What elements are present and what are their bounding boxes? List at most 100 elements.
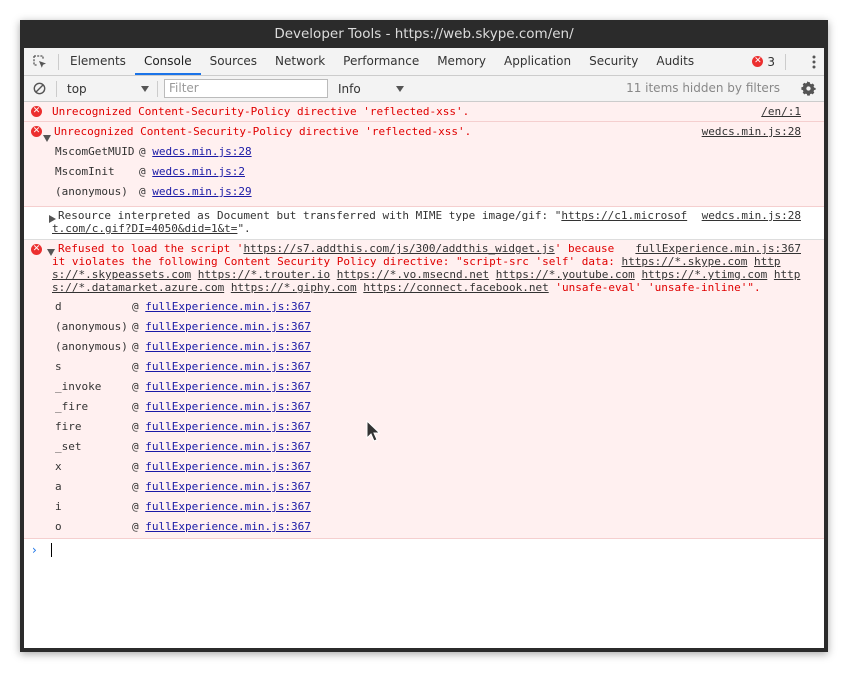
stack-location-link[interactable]: fullExperience.min.js:367 <box>145 480 311 493</box>
dropdown-arrow-icon <box>141 85 149 92</box>
message-text: it violates the following Content Securi… <box>52 255 622 268</box>
message-url-link[interactable]: https://c1.microsof <box>561 209 687 222</box>
stack-frame: _fire @ fullExperience.min.js:367 <box>55 397 824 417</box>
log-level-selector[interactable]: Info <box>330 76 412 101</box>
tab-performance[interactable]: Performance <box>334 48 428 75</box>
message-url-link[interactable]: https://*.skype.com <box>622 255 748 268</box>
console-info-message: Resource interpreted as Document but tra… <box>24 207 824 240</box>
stack-location-link[interactable]: fullExperience.min.js:367 <box>145 340 311 353</box>
source-link[interactable]: wedcs.min.js:28 <box>702 209 801 222</box>
devtools-content: Elements Console Sources Network Perform… <box>24 48 824 648</box>
console-toolbar: top Filter Info 11 items hidden by filte… <box>24 76 824 102</box>
inspect-element-icon[interactable] <box>24 48 56 75</box>
filter-input[interactable]: Filter <box>164 79 328 98</box>
console-prompt[interactable]: › <box>24 539 824 561</box>
stack-location-link[interactable]: fullExperience.min.js:367 <box>145 520 311 533</box>
tab-console[interactable]: Console <box>134 48 201 75</box>
stack-function: fire <box>55 420 82 433</box>
message-url-link[interactable]: http <box>754 255 781 268</box>
stack-at: @ <box>132 480 139 493</box>
stack-at: @ <box>132 400 139 413</box>
console-error-message: ✕ Unrecognized Content-Security-Policy d… <box>24 122 824 207</box>
window-title: Developer Tools - https://web.skype.com/… <box>274 26 574 42</box>
tab-sources[interactable]: Sources <box>201 48 266 75</box>
tab-application[interactable]: Application <box>495 48 580 75</box>
message-url-link[interactable]: https://*.vo.msecnd.net <box>337 268 489 281</box>
stack-location-link[interactable]: fullExperience.min.js:367 <box>145 420 311 433</box>
stack-function: _fire <box>55 400 89 413</box>
stack-location-link[interactable]: fullExperience.min.js:367 <box>145 380 311 393</box>
stack-at: @ <box>132 320 139 333</box>
source-link[interactable]: /en/:1 <box>761 102 801 121</box>
stack-trace: d @ fullExperience.min.js:367 (anonymous)… <box>24 294 824 537</box>
source-link[interactable]: wedcs.min.js:28 <box>702 122 801 141</box>
message-url-link[interactable]: s://*.datamarket.azure.com <box>52 281 224 294</box>
stack-location-link[interactable]: fullExperience.min.js:367 <box>145 460 311 473</box>
error-icon: ✕ <box>31 244 42 255</box>
tab-elements[interactable]: Elements <box>61 48 135 75</box>
message-url-link[interactable]: https://connect.facebook.net <box>363 281 548 294</box>
tab-memory[interactable]: Memory <box>428 48 495 75</box>
stack-location-link[interactable]: wedcs.min.js:2 <box>152 165 245 178</box>
more-options-icon[interactable] <box>812 48 816 75</box>
message-url-link[interactable]: https://*.giphy.com <box>231 281 357 294</box>
error-icon: ✕ <box>31 106 42 117</box>
stack-location-link[interactable]: fullExperience.min.js:367 <box>145 400 311 413</box>
collapse-triangle-icon[interactable] <box>43 128 54 147</box>
toolbar-divider <box>157 80 158 97</box>
clear-console-icon[interactable] <box>24 76 54 101</box>
stack-at: @ <box>132 360 139 373</box>
tab-audits[interactable]: Audits <box>647 48 703 75</box>
message-url-link[interactable]: https://*.trouter.io <box>198 268 330 281</box>
error-counter[interactable]: ✕ 3 <box>752 48 788 75</box>
message-url-link[interactable]: http <box>774 268 801 281</box>
stack-function: _invoke <box>55 380 102 393</box>
tab-network[interactable]: Network <box>266 48 334 75</box>
message-text: Unrecognized Content-Security-Policy dir… <box>54 125 472 138</box>
message-text: 'unsafe-eval' 'unsafe-inline'". <box>555 281 761 294</box>
stack-function: a <box>55 480 62 493</box>
stack-frame: i @ fullExperience.min.js:367 <box>55 497 824 517</box>
error-badge-icon: ✕ <box>752 56 764 67</box>
stack-frame: MscomGetMUID @ wedcs.min.js:28 <box>55 142 824 162</box>
console-error-message: ✕ Refused to load the script 'https://s7… <box>24 240 824 539</box>
stack-function: (anonymous) <box>55 340 128 353</box>
message-url-link[interactable]: https://s7.addthis.com/js/300/addthis_wi… <box>243 242 554 255</box>
stack-function: s <box>55 360 62 373</box>
stack-location-link[interactable]: fullExperience.min.js:367 <box>145 440 311 453</box>
stack-trace: MscomGetMUID @ wedcs.min.js:28 MscomInit @… <box>24 141 824 202</box>
stack-frame: x @ fullExperience.min.js:367 <box>55 457 824 477</box>
console-error-message: ✕ Unrecognized Content-Security-Policy d… <box>24 102 824 122</box>
collapse-triangle-icon[interactable] <box>47 245 58 258</box>
message-url-link[interactable]: t.com/c.gif?DI=4050&did=1&t= <box>52 222 237 235</box>
stack-frame: o @ fullExperience.min.js:367 <box>55 517 824 537</box>
stack-function: MscomInit <box>55 165 115 178</box>
stack-frame: _invoke @ fullExperience.min.js:367 <box>55 377 824 397</box>
stack-at: @ <box>132 520 139 533</box>
stack-location-link[interactable]: wedcs.min.js:28 <box>152 145 251 158</box>
stack-location-link[interactable]: wedcs.min.js:29 <box>152 185 251 198</box>
message-url-link[interactable]: https://*.ytimg.com <box>641 268 767 281</box>
stack-frame: _set @ fullExperience.min.js:367 <box>55 437 824 457</box>
text-caret <box>51 543 52 557</box>
stack-location-link[interactable]: fullExperience.min.js:367 <box>145 360 311 373</box>
stack-location-link[interactable]: fullExperience.min.js:367 <box>145 500 311 513</box>
stack-function: d <box>55 300 62 313</box>
expand-triangle-icon[interactable] <box>49 212 59 225</box>
stack-frame: (anonymous) @ fullExperience.min.js:367 <box>55 317 824 337</box>
context-selector[interactable]: top <box>59 76 155 101</box>
message-url-link[interactable]: https://*.youtube.com <box>496 268 635 281</box>
stack-at: @ <box>132 420 139 433</box>
message-url-link[interactable]: s://*.skypeassets.com <box>52 268 191 281</box>
stack-at: @ <box>139 165 146 178</box>
stack-frame: (anonymous) @ wedcs.min.js:29 <box>55 182 824 202</box>
stack-at: @ <box>132 300 139 313</box>
stack-location-link[interactable]: fullExperience.min.js:367 <box>145 300 311 313</box>
console-settings-icon[interactable] <box>801 76 816 101</box>
stack-location-link[interactable]: fullExperience.min.js:367 <box>145 320 311 333</box>
stack-function: (anonymous) <box>55 185 128 198</box>
stack-at: @ <box>132 340 139 353</box>
tab-security[interactable]: Security <box>580 48 647 75</box>
dropdown-arrow-icon <box>396 85 404 92</box>
source-link[interactable]: fullExperience.min.js:367 <box>635 242 801 255</box>
